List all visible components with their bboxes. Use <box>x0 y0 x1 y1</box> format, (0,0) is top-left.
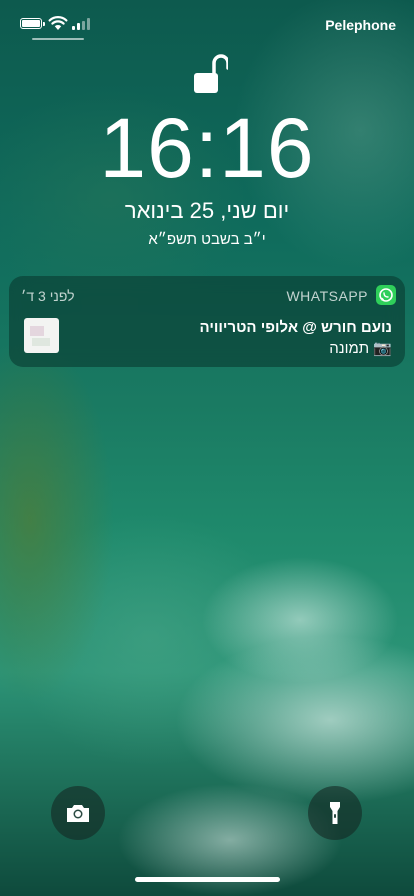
camera-button[interactable] <box>51 786 105 840</box>
lock-screen-clock: 16:16 <box>99 101 315 195</box>
notification-app-name: WHATSAPP <box>286 288 368 304</box>
camera-icon <box>67 805 89 822</box>
home-indicator[interactable] <box>135 877 280 882</box>
battery-full-icon <box>20 18 45 29</box>
hebrew-date: י״ב בשבט תשפ״א <box>148 231 266 248</box>
wifi-icon <box>48 16 68 30</box>
cellular-signal-icon <box>72 18 90 30</box>
lock-screen-date: יום שני, 25 בינואר <box>124 198 290 223</box>
image-thumbnail <box>24 318 59 353</box>
status-divider <box>32 38 84 40</box>
status-bar: Pelephone <box>0 0 414 50</box>
notification-time: לפני 3 ד׳ <box>21 288 75 304</box>
whatsapp-icon <box>376 285 396 305</box>
flashlight-button[interactable] <box>308 786 362 840</box>
flashlight-icon <box>330 802 340 824</box>
notification-body: 📷 תמונה <box>329 340 392 357</box>
carrier-name: Pelephone <box>325 17 396 33</box>
notification-title: נועם חורש @ אלופי הטריוויה <box>199 319 393 336</box>
unlocked-padlock-icon <box>194 54 228 93</box>
whatsapp-notification[interactable]: WHATSAPP לפני 3 ד׳ נועם חורש @ אלופי הטר… <box>9 276 405 367</box>
